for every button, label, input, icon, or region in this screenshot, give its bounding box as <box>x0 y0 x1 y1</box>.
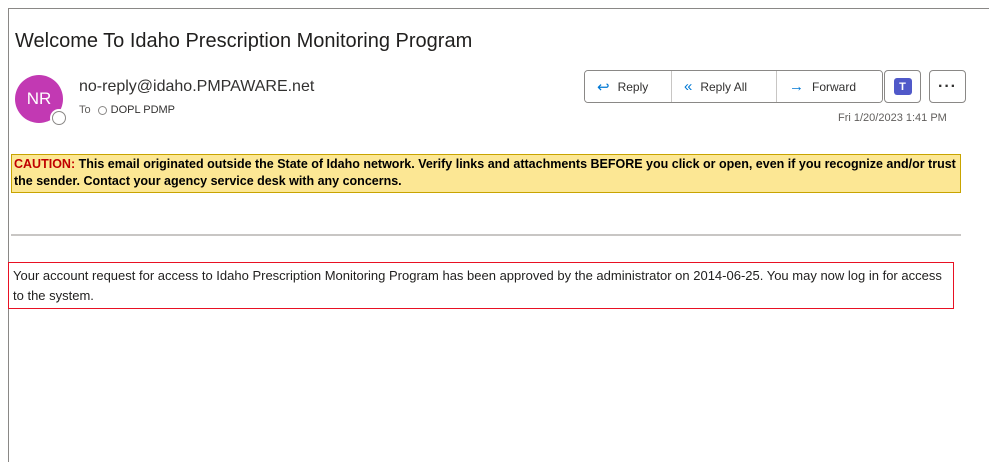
recipient-name[interactable]: DOPL PDMP <box>111 104 175 116</box>
reply-all-button[interactable]: « Reply All <box>672 71 777 102</box>
email-subject: Welcome To Idaho Prescription Monitoring… <box>15 30 473 52</box>
caution-prefix: CAUTION: <box>14 157 76 171</box>
presence-status-icon <box>52 111 66 125</box>
forward-button[interactable]: → Forward <box>777 71 882 102</box>
horizontal-rule <box>11 234 961 236</box>
message-body: Your account request for access to Idaho… <box>8 262 954 309</box>
sender-address[interactable]: no-reply@idaho.PMPAWARE.net <box>79 78 314 96</box>
forward-label: Forward <box>812 79 857 94</box>
caution-banner: CAUTION: This email originated outside t… <box>11 154 961 193</box>
recipient-presence-icon <box>97 105 107 115</box>
to-label: To <box>79 104 91 116</box>
reply-arrow-icon: ↩ <box>597 78 610 96</box>
message-actions-group: ↩ Reply « Reply All → Forward <box>584 70 883 103</box>
recipient-line: To DOPL PDMP <box>79 104 175 116</box>
sender-initials: NR <box>26 89 52 108</box>
more-icon: ··· <box>938 77 957 95</box>
reply-label: Reply <box>617 79 649 94</box>
more-actions-button[interactable]: ··· <box>929 70 966 103</box>
reply-all-arrow-icon: « <box>684 78 693 95</box>
reply-button[interactable]: ↩ Reply <box>585 71 672 102</box>
forward-arrow-icon: → <box>789 78 804 95</box>
reply-all-label: Reply All <box>700 79 748 94</box>
sent-timestamp: Fri 1/20/2023 1:41 PM <box>838 112 947 124</box>
teams-icon: T <box>893 78 912 95</box>
teams-share-button[interactable]: T <box>884 70 921 103</box>
caution-text: This email originated outside the State … <box>14 157 956 188</box>
